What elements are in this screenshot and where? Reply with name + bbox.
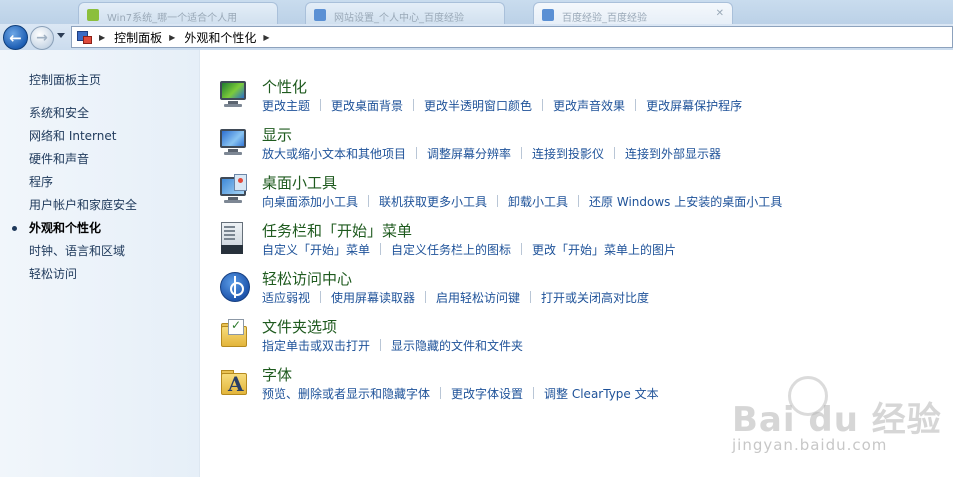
chevron-right-icon[interactable]: ▶: [169, 33, 175, 42]
category-title[interactable]: 桌面小工具: [262, 172, 337, 193]
task-link[interactable]: 自定义「开始」菜单: [262, 241, 370, 258]
sidebar: 控制面板主页 系统和安全 网络和 Internet 硬件和声音 程序 用户帐户和…: [0, 50, 200, 477]
browser-tab-label: Win7系统_哪一个适合个人用: [107, 13, 238, 24]
fonts-icon[interactable]: A: [219, 366, 249, 400]
task-link[interactable]: 使用屏幕读取器: [331, 289, 415, 306]
task-link[interactable]: 连接到外部显示器: [625, 145, 721, 162]
gadgets-icon[interactable]: [219, 174, 249, 208]
browser-tab-label: 百度经验_百度经验: [562, 13, 647, 24]
close-tab-icon[interactable]: ✕: [716, 8, 724, 19]
breadcrumb-control-panel[interactable]: 控制面板: [114, 29, 162, 46]
browser-tab-3[interactable]: 百度经验_百度经验 ✕: [533, 2, 733, 26]
task-link[interactable]: 更改桌面背景: [331, 97, 403, 114]
sidebar-item-appearance: 外观和个性化: [0, 219, 137, 242]
task-link[interactable]: 启用轻松访问键: [436, 289, 520, 306]
task-link[interactable]: 还原 Windows 上安装的桌面小工具: [589, 193, 782, 210]
task-link[interactable]: 调整屏幕分辨率: [427, 145, 511, 162]
task-link[interactable]: 更改主题: [262, 97, 310, 114]
ease-of-access-icon[interactable]: [219, 270, 250, 304]
task-link[interactable]: 指定单击或双击打开: [262, 337, 370, 354]
page-icon: [314, 9, 326, 21]
sidebar-category-list: 系统和安全 网络和 Internet 硬件和声音 程序 用户帐户和家庭安全 外观…: [0, 104, 137, 288]
favicon-icon: [87, 9, 99, 21]
category-title[interactable]: 任务栏和「开始」菜单: [262, 220, 412, 241]
category-links: 更改主题 更改桌面背景 更改半透明窗口颜色 更改声音效果 更改屏幕保护程序: [262, 97, 742, 114]
breadcrumb-appearance[interactable]: 外观和个性化: [184, 29, 256, 46]
sidebar-item-clock-language[interactable]: 时钟、语言和区域: [0, 242, 137, 265]
sidebar-item-network[interactable]: 网络和 Internet: [0, 127, 137, 150]
chevron-right-icon[interactable]: ▶: [99, 33, 105, 42]
category-title[interactable]: 轻松访问中心: [262, 268, 352, 289]
control-panel-icon: [76, 30, 92, 44]
task-link[interactable]: 放大或缩小文本和其他项目: [262, 145, 406, 162]
category-taskbar: 任务栏和「开始」菜单 自定义「开始」菜单 自定义任务栏上的图标 更改「开始」菜单…: [216, 220, 946, 266]
task-link[interactable]: 预览、删除或者显示和隐藏字体: [262, 385, 430, 402]
arrow-left-icon: ←: [9, 28, 22, 47]
sidebar-item-system-security[interactable]: 系统和安全: [0, 104, 137, 127]
task-link[interactable]: 更改「开始」菜单上的图片: [532, 241, 676, 258]
task-link[interactable]: 更改字体设置: [451, 385, 523, 402]
task-link[interactable]: 打开或关闭高对比度: [541, 289, 649, 306]
category-folder-options: 文件夹选项 指定单击或双击打开 显示隐藏的文件和文件夹: [216, 316, 946, 362]
category-personalization: 个性化 更改主题 更改桌面背景 更改半透明窗口颜色 更改声音效果 更改屏幕保护程…: [216, 76, 946, 122]
chevron-right-icon[interactable]: ▶: [263, 33, 269, 42]
baidu-jingyan-watermark: Bai du 经验 jingyan.baidu.com: [732, 376, 947, 460]
category-gadgets: 桌面小工具 向桌面添加小工具 联机获取更多小工具 卸载小工具 还原 Window…: [216, 172, 946, 218]
display-icon[interactable]: [219, 126, 249, 160]
navigation-bar: ← → ▶ 控制面板 ▶ 外观和个性化 ▶: [0, 24, 953, 50]
back-button[interactable]: ←: [3, 25, 28, 50]
task-link[interactable]: 更改声音效果: [553, 97, 625, 114]
task-link[interactable]: 显示隐藏的文件和文件夹: [391, 337, 523, 354]
arrow-right-icon: →: [36, 30, 48, 46]
category-links: 适应弱视 使用屏幕读取器 启用轻松访问键 打开或关闭高对比度: [262, 289, 649, 306]
taskbar-icon[interactable]: [219, 222, 249, 256]
forward-button[interactable]: →: [30, 26, 54, 50]
category-links: 预览、删除或者显示和隐藏字体 更改字体设置 调整 ClearType 文本: [262, 385, 659, 402]
task-link[interactable]: 联机获取更多小工具: [379, 193, 487, 210]
sidebar-item-ease-of-access[interactable]: 轻松访问: [0, 265, 137, 288]
browser-tab-2[interactable]: 网站设置_个人中心_百度经验: [305, 2, 505, 26]
sidebar-item-user-accounts[interactable]: 用户帐户和家庭安全: [0, 196, 137, 219]
sidebar-item-programs[interactable]: 程序: [0, 173, 137, 196]
task-link[interactable]: 向桌面添加小工具: [262, 193, 358, 210]
task-link[interactable]: 连接到投影仪: [532, 145, 604, 162]
sidebar-item-hardware-sound[interactable]: 硬件和声音: [0, 150, 137, 173]
category-title[interactable]: 个性化: [262, 76, 307, 97]
category-title[interactable]: 字体: [262, 364, 292, 385]
category-display: 显示 放大或缩小文本和其他项目 调整屏幕分辨率 连接到投影仪 连接到外部显示器: [216, 124, 946, 170]
address-bar[interactable]: ▶ 控制面板 ▶ 外观和个性化 ▶: [71, 26, 953, 48]
task-link[interactable]: 调整 ClearType 文本: [544, 385, 659, 402]
category-ease-of-access: 轻松访问中心 适应弱视 使用屏幕读取器 启用轻松访问键 打开或关闭高对比度: [216, 268, 946, 314]
category-title[interactable]: 显示: [262, 124, 292, 145]
watermark-brand: Bai du 经验: [732, 400, 942, 440]
task-link[interactable]: 卸载小工具: [508, 193, 568, 210]
category-links: 指定单击或双击打开 显示隐藏的文件和文件夹: [262, 337, 523, 354]
task-link[interactable]: 自定义任务栏上的图标: [391, 241, 511, 258]
folder-options-icon[interactable]: [219, 318, 249, 352]
watermark-site: jingyan.baidu.com: [732, 436, 888, 454]
category-links: 放大或缩小文本和其他项目 调整屏幕分辨率 连接到投影仪 连接到外部显示器: [262, 145, 721, 162]
recent-pages-dropdown[interactable]: [57, 33, 65, 38]
personalization-icon[interactable]: [219, 78, 249, 112]
category-title[interactable]: 文件夹选项: [262, 316, 337, 337]
category-links: 向桌面添加小工具 联机获取更多小工具 卸载小工具 还原 Windows 上安装的…: [262, 193, 782, 210]
browser-tab-label: 网站设置_个人中心_百度经验: [334, 13, 464, 24]
category-links: 自定义「开始」菜单 自定义任务栏上的图标 更改「开始」菜单上的图片: [262, 241, 676, 258]
page-icon: [542, 9, 554, 21]
sidebar-home-link[interactable]: 控制面板主页: [29, 71, 101, 88]
browser-tab-1[interactable]: Win7系统_哪一个适合个人用: [78, 2, 278, 26]
task-link[interactable]: 适应弱视: [262, 289, 310, 306]
task-link[interactable]: 更改屏幕保护程序: [646, 97, 742, 114]
task-link[interactable]: 更改半透明窗口颜色: [424, 97, 532, 114]
